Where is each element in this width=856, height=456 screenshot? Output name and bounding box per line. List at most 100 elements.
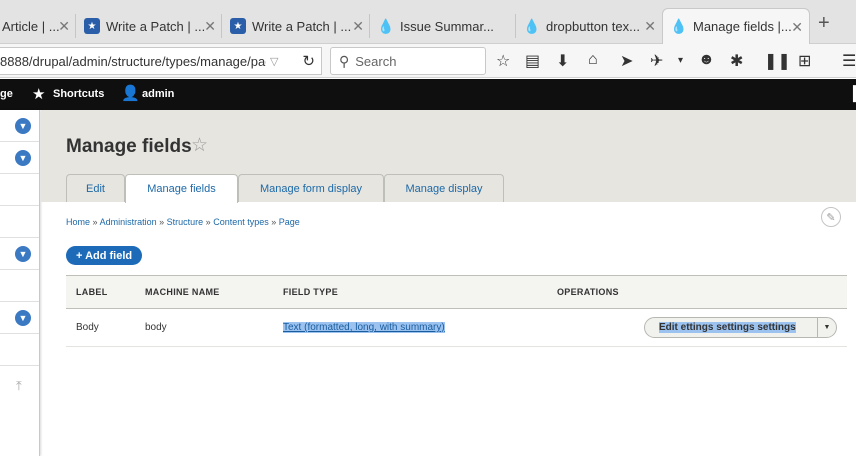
tray-row[interactable]: ▼ (0, 110, 39, 142)
url-text[interactable]: 8888/drupal/admin/structure/types/manage… (0, 54, 266, 69)
search-input[interactable]: ⚲ Search (330, 47, 486, 75)
close-icon[interactable]: ✕ (644, 18, 656, 35)
new-tab-plus-icon[interactable]: + (818, 12, 830, 35)
close-icon[interactable]: ✕ (204, 18, 216, 35)
tray-row[interactable]: ▼ (0, 238, 39, 270)
tab-title: Issue Summar... (400, 18, 494, 34)
home-icon[interactable]: ⌂ (588, 51, 598, 69)
tray-row[interactable] (0, 206, 39, 238)
tab-title: Article | ... (2, 18, 60, 34)
tab-manage-form-display[interactable]: Manage form display (238, 174, 384, 202)
header-machine-name: MACHINE NAME (145, 275, 283, 309)
chevron-down-icon[interactable]: ▼ (15, 246, 31, 262)
breadcrumb-administration[interactable]: Administration (100, 217, 157, 227)
toolbar-shortcuts[interactable]: Shortcuts (53, 88, 104, 100)
page-title: Manage fields (66, 136, 192, 157)
browser-nav-bar: 8888/drupal/admin/structure/types/manage… (0, 44, 856, 78)
toolbar-orientation-icon[interactable]: ▐ (848, 85, 856, 101)
edit-button-label: Edit ettings settings settings (659, 322, 796, 333)
chevron-down-icon[interactable]: ▼ (15, 118, 31, 134)
toolbar-admin-user[interactable]: admin (142, 88, 174, 100)
field-type-link[interactable]: Text (formatted, long, with summary) (283, 322, 445, 333)
cell-operations: Edit ettings settings settings ▼ (557, 308, 847, 347)
drupal-star-icon: ★ (84, 18, 100, 34)
url-bar[interactable]: 8888/drupal/admin/structure/types/manage… (0, 47, 322, 75)
user-icon: 👤 (121, 85, 140, 102)
edit-button[interactable]: Edit ettings settings settings (645, 322, 817, 333)
dropdown-arrow-icon[interactable]: ▽ (270, 55, 278, 68)
tab-edit[interactable]: Edit (66, 174, 125, 202)
drupal-star-icon: ★ (230, 18, 246, 34)
breadcrumb-separator: » (92, 217, 98, 227)
download-icon[interactable]: ⬇ (556, 51, 569, 71)
tab-manage-display[interactable]: Manage display (384, 174, 504, 202)
bookmark-star-icon[interactable]: ☆ (496, 51, 510, 71)
network-icon[interactable]: ⊞ (798, 51, 811, 71)
send-icon[interactable]: ➤ (620, 51, 633, 71)
collapse-tray-icon[interactable]: ⤒ (16, 378, 22, 394)
drupal-drop-icon: 💧 (670, 18, 688, 34)
pencil-icon[interactable]: ✎ (821, 207, 841, 227)
breadcrumb-separator: » (159, 217, 165, 227)
close-icon[interactable]: ✕ (58, 18, 70, 35)
toolbar-vertical-tray: ▼ ▼ ▼ ▼ ⤒ (0, 110, 40, 456)
footprints-icon[interactable]: ❚❚ (764, 51, 791, 71)
browser-tab-article[interactable]: Article | ... ✕ (0, 8, 76, 44)
tab-title: dropbutton tex... (546, 18, 640, 34)
tab-title: Write a Patch | ... (252, 18, 352, 34)
shortcut-star-icon[interactable]: ☆ (191, 134, 208, 157)
header-operations: OPERATIONS (557, 275, 847, 309)
star-icon: ★ (32, 86, 46, 103)
tab-manage-fields[interactable]: Manage fields (125, 174, 238, 203)
close-icon[interactable]: ✕ (791, 19, 803, 36)
toolbar-manage[interactable]: ge (0, 88, 13, 100)
drupal-drop-icon: 💧 (377, 17, 395, 34)
tray-row[interactable] (0, 270, 39, 302)
cell-field-type: Text (formatted, long, with summary) (283, 308, 557, 347)
tray-row[interactable] (0, 174, 39, 206)
chevron-down-icon[interactable]: ▼ (817, 318, 836, 337)
reload-icon[interactable]: ↻ (302, 52, 315, 70)
operations-dropbutton: Edit ettings settings settings ▼ (644, 317, 837, 338)
search-icon: ⚲ (339, 52, 350, 69)
tab-title: Write a Patch | ... (106, 18, 206, 34)
tray-row[interactable]: ▼ (0, 302, 39, 334)
search-placeholder: Search (355, 53, 397, 69)
breadcrumb: Home » Administration » Structure » Cont… (66, 217, 300, 227)
browser-tab-write-patch-2[interactable]: ★ Write a Patch | ... ✕ (222, 8, 370, 44)
table-header-row: LABEL MACHINE NAME FIELD TYPE OPERATIONS (66, 275, 847, 309)
browser-tab-issue-summary[interactable]: 💧 Issue Summar... (370, 8, 516, 44)
menu-icon[interactable]: ☰ (842, 51, 856, 71)
bug-icon[interactable]: ✱ (730, 51, 743, 71)
fields-table: LABEL MACHINE NAME FIELD TYPE OPERATIONS… (66, 275, 847, 347)
breadcrumb-structure[interactable]: Structure (167, 217, 204, 227)
breadcrumb-separator: » (205, 217, 211, 227)
breadcrumb-page[interactable]: Page (279, 217, 300, 227)
reading-list-icon[interactable]: ▤ (525, 51, 540, 71)
browser-tab-dropbutton[interactable]: 💧 dropbutton tex... ✕ (516, 8, 662, 44)
chevron-down-icon[interactable]: ▼ (15, 310, 31, 326)
cell-machine-name: body (145, 308, 283, 347)
smiley-icon[interactable]: ☻ (698, 51, 715, 69)
browser-tab-write-patch-1[interactable]: ★ Write a Patch | ... ✕ (76, 8, 222, 44)
tray-row[interactable]: ▼ (0, 142, 39, 174)
tab-title: Manage fields |... (693, 19, 792, 34)
tray-row[interactable] (0, 334, 39, 366)
chevron-down-icon[interactable]: ▾ (678, 55, 683, 66)
browser-tab-strip: Article | ... ✕ ★ Write a Patch | ... ✕ … (0, 0, 856, 44)
extension-icon[interactable]: ✈ (650, 51, 663, 71)
admin-toolbar: ge ★ Shortcuts 👤 admin ▐ (0, 79, 856, 110)
drupal-drop-icon: 💧 (523, 17, 541, 34)
page-header: Manage fields ☆ Edit Manage fields Manag… (41, 110, 856, 203)
breadcrumb-separator: » (271, 217, 277, 227)
breadcrumb-home[interactable]: Home (66, 217, 90, 227)
browser-tab-manage-fields[interactable]: 💧 Manage fields |... ✕ (662, 8, 810, 44)
chevron-down-icon[interactable]: ▼ (15, 150, 31, 166)
close-icon[interactable]: ✕ (352, 18, 364, 35)
header-label: LABEL (66, 275, 145, 309)
breadcrumb-content-types[interactable]: Content types (213, 217, 269, 227)
header-field-type: FIELD TYPE (283, 275, 557, 309)
table-row: Body body Text (formatted, long, with su… (66, 308, 847, 347)
cell-label: Body (66, 308, 145, 347)
add-field-button[interactable]: + Add field (66, 246, 143, 265)
